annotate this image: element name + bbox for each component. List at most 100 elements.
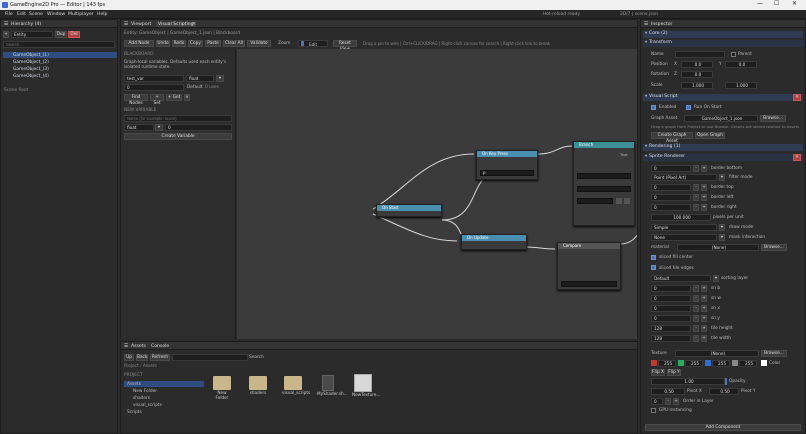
- menu-edit[interactable]: Edit: [17, 12, 26, 17]
- new-variable-default-input[interactable]: 0: [165, 124, 232, 131]
- filter-mode-select[interactable]: Point (Pixel Art): [651, 174, 717, 181]
- close-window-button[interactable]: ✕: [792, 0, 797, 7]
- tree-item-shaders[interactable]: shaders: [133, 396, 150, 401]
- asset-folder-visual-scripts[interactable]: visual_scripts: [282, 376, 310, 395]
- back-button[interactable]: Back: [136, 354, 148, 361]
- border-right-plus[interactable]: +: [701, 204, 707, 211]
- border-bottom-plus[interactable]: +: [701, 165, 707, 172]
- dup-button[interactable]: Dup: [55, 31, 67, 38]
- remove-variable-button[interactable]: ×: [184, 94, 190, 101]
- material-field[interactable]: (None): [677, 244, 759, 251]
- key-select[interactable]: P: [480, 170, 534, 176]
- node-key-press-header[interactable]: On Key Press: [477, 151, 537, 157]
- wire[interactable]: [526, 246, 556, 250]
- asset-folder-shaders[interactable]: shaders: [247, 376, 269, 395]
- order-minus[interactable]: -: [665, 398, 671, 405]
- variable-type-select[interactable]: float: [186, 75, 214, 82]
- tab-viewport[interactable]: Viewport: [131, 22, 151, 27]
- node-on-update-header[interactable]: On Update: [462, 235, 526, 241]
- menu-scene[interactable]: Scene: [29, 12, 43, 17]
- wire[interactable]: [536, 145, 573, 155]
- up-button[interactable]: Up: [124, 354, 134, 361]
- node-compare[interactable]: Compare: [557, 242, 621, 290]
- sn-x-field[interactable]: 0: [651, 305, 691, 312]
- open-graph-button[interactable]: Open Graph: [695, 132, 725, 139]
- new-variable-type-select[interactable]: float: [124, 124, 154, 131]
- sn-w-plus[interactable]: +: [701, 295, 707, 302]
- node-branch[interactable]: Branch True: [573, 141, 635, 226]
- border-left-minus[interactable]: -: [693, 194, 699, 201]
- scale-y-field[interactable]: 1.000: [725, 82, 757, 89]
- tile-height-minus[interactable]: -: [693, 325, 699, 332]
- menu-help[interactable]: Help: [97, 12, 107, 17]
- order-plus[interactable]: +: [673, 398, 679, 405]
- order-in-layer-field[interactable]: 0: [651, 398, 663, 405]
- tree-item-assets[interactable]: Assets: [127, 382, 141, 387]
- hierarchy-item[interactable]: GameObject_(1): [13, 53, 49, 58]
- section-rendering[interactable]: Rendering (1): [643, 144, 803, 151]
- menu-file[interactable]: File: [5, 12, 13, 17]
- hierarchy-item[interactable]: GameObject_(2): [13, 60, 49, 65]
- border-right-field[interactable]: 0: [651, 204, 691, 211]
- border-left-field[interactable]: 0: [651, 194, 691, 201]
- wire[interactable]: [372, 213, 458, 242]
- reset-view-button[interactable]: Reset View: [333, 40, 357, 52]
- entity-type-select[interactable]: Entity: [11, 31, 53, 38]
- zoom-slider[interactable]: Edit: [298, 40, 328, 47]
- tab-hierarchy[interactable]: Hierarchy (4): [11, 22, 41, 27]
- border-top-minus[interactable]: -: [693, 184, 699, 191]
- variable-name-field[interactable]: test_var: [124, 75, 184, 82]
- node-on-start[interactable]: On Start: [376, 204, 442, 217]
- branch-input-a[interactable]: [577, 173, 631, 179]
- close-tab-icon[interactable]: ✕: [192, 22, 196, 27]
- position-y-field[interactable]: 0.0: [725, 61, 757, 68]
- sliced-tile-edges-checkbox[interactable]: [651, 265, 656, 270]
- pixels-per-unit-field[interactable]: 100.000: [651, 214, 711, 221]
- color-preview[interactable]: [761, 360, 767, 366]
- tab-assets[interactable]: Assets: [131, 344, 146, 349]
- node-branch-header[interactable]: Branch: [574, 142, 634, 148]
- tile-height-plus[interactable]: +: [701, 325, 707, 332]
- border-bottom-minus[interactable]: -: [693, 165, 699, 172]
- section-core[interactable]: Core (2): [643, 31, 803, 38]
- tab-inspector[interactable]: Inspector: [651, 22, 672, 27]
- color-g-field[interactable]: 255: [685, 360, 703, 367]
- search-button[interactable]: Search: [249, 355, 264, 360]
- add-component-button[interactable]: Add Component: [645, 424, 801, 431]
- browse-texture-button[interactable]: Browse...: [761, 350, 787, 357]
- minimize-button[interactable]: —: [757, 0, 763, 7]
- branch-input-b[interactable]: [577, 186, 631, 192]
- run-on-start-checkbox[interactable]: [686, 105, 691, 110]
- hierarchy-search-input[interactable]: [3, 41, 115, 48]
- asset-shader-file[interactable]: MyShader.sh...: [317, 375, 348, 396]
- flip-y-button[interactable]: Flip Y: [667, 369, 681, 376]
- border-top-plus[interactable]: +: [701, 184, 707, 191]
- mask-interaction-chevron-icon[interactable]: ▾: [719, 234, 725, 241]
- add-entity-button[interactable]: +: [3, 31, 9, 38]
- color-r-field[interactable]: 255: [658, 360, 676, 367]
- maximize-button[interactable]: ☐: [774, 0, 779, 7]
- sn-y-plus[interactable]: +: [701, 315, 707, 322]
- node-on-update[interactable]: On Update: [461, 234, 527, 250]
- variable-type-chevron-icon[interactable]: ▾: [216, 75, 224, 82]
- menu-multiplayer[interactable]: Multiplayer: [68, 12, 94, 17]
- opacity-slider-thumb[interactable]: [725, 378, 727, 385]
- zoom-slider-thumb[interactable]: [301, 41, 304, 46]
- validate-button[interactable]: Validate: [247, 40, 271, 47]
- name-field[interactable]: [675, 51, 725, 58]
- rotation-field[interactable]: 0.0: [681, 71, 713, 78]
- texture-field[interactable]: (None): [675, 350, 759, 357]
- menu-window[interactable]: Window: [47, 12, 65, 17]
- sn-b-plus[interactable]: +: [701, 285, 707, 292]
- browse-material-button[interactable]: Browse...: [761, 244, 787, 251]
- mask-interaction-select[interactable]: None: [651, 234, 717, 241]
- hierarchy-item[interactable]: GameObject_(3): [13, 67, 49, 72]
- section-sprite-renderer[interactable]: Sprite Renderer: [643, 154, 803, 161]
- sn-b-minus[interactable]: -: [693, 285, 699, 292]
- clear-all-button[interactable]: Clear All: [223, 40, 245, 47]
- sn-x-plus[interactable]: +: [701, 305, 707, 312]
- tile-width-minus[interactable]: -: [693, 335, 699, 342]
- sliced-fill-center-checkbox[interactable]: [651, 255, 656, 260]
- assets-search-input[interactable]: [172, 354, 248, 361]
- compare-input[interactable]: [561, 281, 617, 287]
